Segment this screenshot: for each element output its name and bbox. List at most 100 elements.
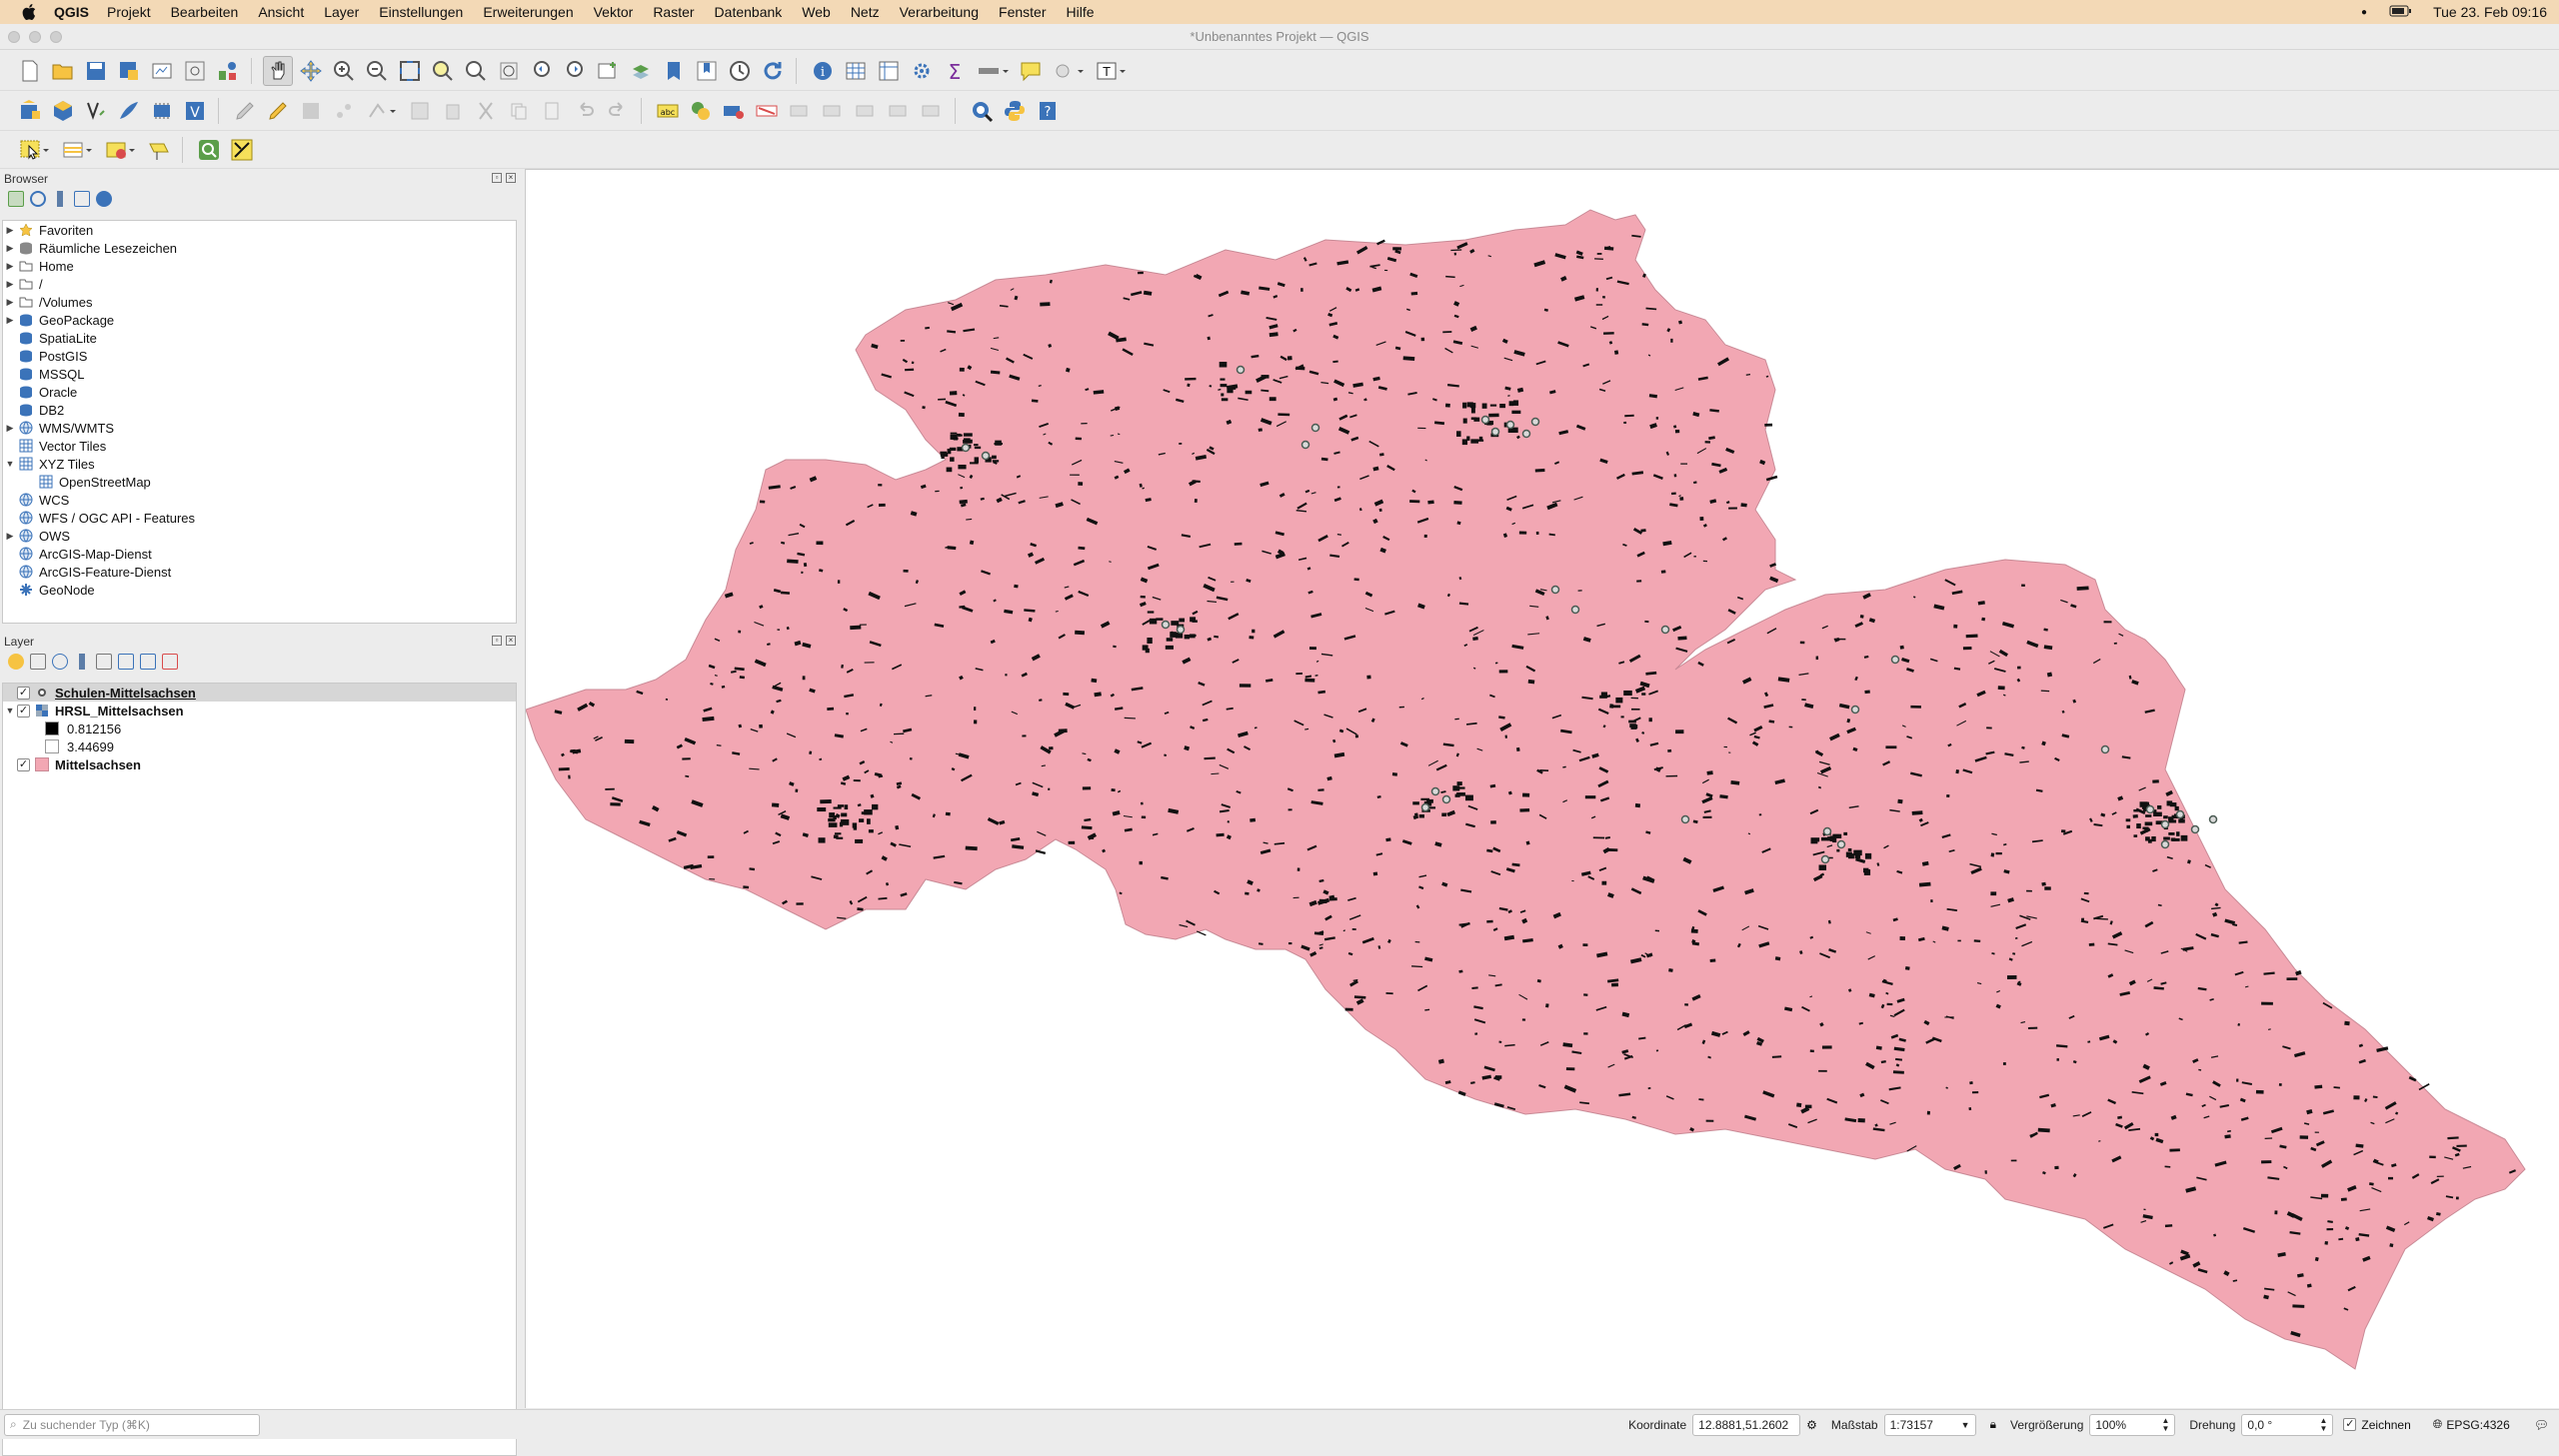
- select-by-value-icon[interactable]: [58, 135, 98, 165]
- school-point[interactable]: [1660, 625, 1670, 635]
- battery-icon[interactable]: [2389, 4, 2412, 20]
- lock-scale-icon[interactable]: 🔒︎: [1990, 1417, 1996, 1432]
- save-edits-icon[interactable]: [296, 96, 326, 126]
- zoom-in-icon[interactable]: [329, 56, 359, 86]
- label-toolbar-icon[interactable]: abc: [653, 96, 683, 126]
- browser-item[interactable]: Vector Tiles: [3, 437, 516, 455]
- properties-icon[interactable]: [96, 191, 112, 207]
- zoom-full-icon[interactable]: [395, 56, 425, 86]
- menu-ansicht[interactable]: Ansicht: [248, 4, 314, 20]
- school-point[interactable]: [1820, 854, 1830, 864]
- close-window-button[interactable]: [8, 31, 20, 43]
- school-point[interactable]: [1236, 365, 1246, 375]
- new-spatialite-icon[interactable]: [114, 96, 144, 126]
- coordinate-field[interactable]: 12.8881,51.2602: [1692, 1413, 1801, 1436]
- expand-arrow-icon[interactable]: ▶: [3, 531, 17, 542]
- school-point[interactable]: [1430, 786, 1440, 796]
- expand-all-icon[interactable]: [118, 654, 134, 670]
- school-point[interactable]: [1680, 814, 1690, 824]
- cut-features-icon[interactable]: [471, 96, 501, 126]
- select-features-icon[interactable]: [15, 135, 55, 165]
- text-annotation-icon[interactable]: T: [1092, 56, 1132, 86]
- browser-item[interactable]: ArcGIS-Map-Dienst: [3, 545, 516, 563]
- close-panel-button[interactable]: ×: [506, 173, 516, 183]
- zoom-next-icon[interactable]: [560, 56, 590, 86]
- browser-item[interactable]: ▶ /Volumes: [3, 293, 516, 311]
- school-point[interactable]: [2100, 744, 2110, 754]
- expand-arrow-icon[interactable]: ▶: [3, 315, 17, 326]
- school-point[interactable]: [2160, 839, 2170, 849]
- school-point[interactable]: [981, 451, 991, 461]
- collapse-arrow-icon[interactable]: ▼: [3, 459, 17, 469]
- menu-datenbank[interactable]: Datenbank: [705, 4, 793, 20]
- rotation-spinbox[interactable]: 0,0 ° ▲ ▼: [2241, 1413, 2334, 1436]
- school-point[interactable]: [1850, 705, 1860, 715]
- new-virtual-layer-icon[interactable]: V: [180, 96, 210, 126]
- browser-item[interactable]: PostGIS: [3, 347, 516, 365]
- zoom-native-icon[interactable]: [494, 56, 524, 86]
- collapse-arrow-icon[interactable]: ▼: [3, 706, 17, 716]
- save-as-icon[interactable]: [114, 56, 144, 86]
- deselect-all-icon[interactable]: [101, 135, 141, 165]
- browser-item[interactable]: ▶ Home: [3, 257, 516, 275]
- menu-einstellungen[interactable]: Einstellungen: [369, 4, 473, 20]
- expand-arrow-icon[interactable]: ▶: [3, 297, 17, 308]
- show-hide-labels-icon[interactable]: [752, 96, 782, 126]
- zoom-selection-icon[interactable]: [428, 56, 458, 86]
- browser-item[interactable]: ArcGIS-Feature-Dienst: [3, 563, 516, 581]
- menu-bearbeiten[interactable]: Bearbeiten: [161, 4, 249, 20]
- new-memory-layer-icon[interactable]: [147, 96, 177, 126]
- browser-item[interactable]: OpenStreetMap: [3, 473, 516, 491]
- identify-icon[interactable]: i: [808, 56, 838, 86]
- rotate-label-icon[interactable]: [818, 96, 848, 126]
- school-point[interactable]: [1836, 839, 1846, 849]
- browser-item[interactable]: ▶ Räumliche Lesezeichen: [3, 239, 516, 257]
- browser-item[interactable]: ▶ GeoPackage: [3, 311, 516, 329]
- select-location-icon[interactable]: [144, 135, 174, 165]
- move-label-icon[interactable]: [785, 96, 815, 126]
- delete-selected-icon[interactable]: [438, 96, 468, 126]
- apple-icon[interactable]: [18, 2, 40, 22]
- school-point[interactable]: [2175, 809, 2185, 819]
- style-manager-icon[interactable]: [213, 56, 243, 86]
- new-map-view-icon[interactable]: [593, 56, 623, 86]
- expand-arrow-icon[interactable]: ▶: [3, 243, 17, 254]
- menu-netz[interactable]: Netz: [841, 4, 890, 20]
- show-search-icon[interactable]: [194, 135, 224, 165]
- collapse-all-layers-icon[interactable]: [140, 654, 156, 670]
- school-point[interactable]: [2145, 804, 2155, 814]
- processing-toolbox-icon[interactable]: [907, 56, 937, 86]
- zoom-out-icon[interactable]: [362, 56, 392, 86]
- close-panel-button[interactable]: ×: [506, 636, 516, 646]
- print-layout-icon[interactable]: [147, 56, 177, 86]
- messages-icon[interactable]: 💬︎: [2534, 1418, 2549, 1432]
- bookmark-new-icon[interactable]: [659, 56, 689, 86]
- browser-item[interactable]: ▶ OWS: [3, 527, 516, 545]
- layer-visibility-checkbox[interactable]: ✓: [17, 686, 30, 700]
- copy-features-icon[interactable]: [504, 96, 534, 126]
- browser-item[interactable]: DB2: [3, 401, 516, 419]
- remove-layer-icon[interactable]: [162, 654, 178, 670]
- layer-diagram-icon[interactable]: [686, 96, 716, 126]
- school-point[interactable]: [1161, 620, 1171, 630]
- layer-styling-icon[interactable]: [8, 654, 24, 670]
- school-point[interactable]: [1176, 625, 1186, 635]
- menu-fenster[interactable]: Fenster: [989, 4, 1056, 20]
- school-point[interactable]: [1890, 655, 1900, 665]
- redo-icon[interactable]: [603, 96, 633, 126]
- plugin-tool-icon[interactable]: [227, 135, 257, 165]
- expand-arrow-icon[interactable]: ▶: [3, 225, 17, 236]
- filter-browser-icon[interactable]: [52, 191, 68, 207]
- school-point[interactable]: [1310, 423, 1320, 433]
- browser-item[interactable]: Oracle: [3, 383, 516, 401]
- browser-item[interactable]: ▼ XYZ Tiles: [3, 455, 516, 473]
- legend-item[interactable]: 3.44699: [3, 737, 516, 755]
- minimize-window-button[interactable]: [29, 31, 41, 43]
- map-tips-icon[interactable]: [1016, 56, 1046, 86]
- magnifier-spinbox[interactable]: 100% ▲ ▼: [2089, 1413, 2176, 1436]
- menu-raster[interactable]: Raster: [643, 4, 704, 20]
- change-label-icon[interactable]: [851, 96, 881, 126]
- add-feature-icon[interactable]: [329, 96, 359, 126]
- paste-features-icon[interactable]: [537, 96, 567, 126]
- locator-search-input[interactable]: ⌕ Zu suchender Typ (⌘K): [4, 1413, 260, 1436]
